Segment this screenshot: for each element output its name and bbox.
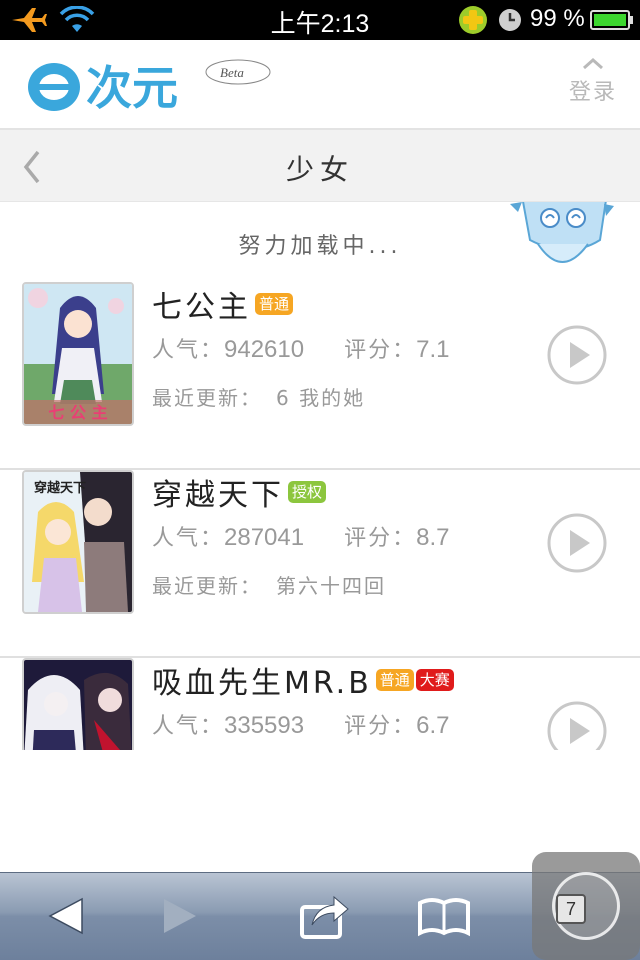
cover-title: 穿越天下 bbox=[34, 480, 86, 496]
tabs-button[interactable]: 7 bbox=[532, 852, 640, 960]
plus-icon bbox=[459, 6, 487, 34]
contest-badge: 大赛 bbox=[415, 669, 454, 691]
forward-arrow-icon[interactable] bbox=[152, 891, 208, 941]
comic-stats: 人气：287041 评分：8.7 bbox=[152, 520, 450, 552]
popularity-value: 942610 bbox=[224, 336, 305, 363]
comic-title: 穿越天下 bbox=[152, 478, 284, 513]
comic-cover[interactable] bbox=[22, 658, 134, 750]
score-label: 评分： bbox=[344, 338, 417, 363]
app-logo[interactable]: 次元 Beta bbox=[24, 54, 274, 116]
tabs-icon: 7 bbox=[556, 894, 586, 924]
status-badge: 授权 bbox=[288, 481, 327, 503]
comic-cover[interactable]: 七 公 主 bbox=[22, 282, 134, 426]
score-value: 7.1 bbox=[416, 336, 450, 363]
comic-item[interactable]: 吸血先生MR.B 普通 大赛 人气：335593 评分：6.7 bbox=[0, 658, 640, 750]
status-badge: 普通 bbox=[255, 293, 294, 315]
score-value: 8.7 bbox=[416, 524, 450, 551]
battery-percent: 99 % bbox=[530, 5, 585, 32]
update-value: 6 我的她 bbox=[276, 386, 366, 410]
cover-title: 七 公 主 bbox=[48, 403, 107, 422]
status-badge: 普通 bbox=[375, 669, 414, 691]
chevron-up-icon bbox=[583, 57, 603, 70]
popularity-value: 287041 bbox=[224, 524, 305, 551]
popularity-label: 人气： bbox=[152, 714, 225, 739]
update-label: 最近更新： bbox=[152, 574, 262, 598]
popularity-label: 人气： bbox=[152, 526, 225, 551]
status-bar: 上午2:13 99 % bbox=[0, 0, 640, 40]
popularity-label: 人气： bbox=[152, 338, 225, 363]
back-arrow-icon[interactable] bbox=[38, 891, 94, 941]
play-icon[interactable] bbox=[546, 512, 608, 574]
category-bar: 少女 bbox=[0, 130, 640, 202]
battery-icon bbox=[590, 10, 633, 30]
login-button[interactable]: 登录 bbox=[560, 54, 626, 114]
comic-item[interactable]: 七 公 主 七公主 普通 人气：942610 评分：7.1 最近更新： 6 我的她 bbox=[0, 282, 640, 470]
mascot-image bbox=[510, 202, 614, 263]
comic-item[interactable]: 穿越天下 穿越天下 授权 人气：287041 评分：8.7 最近更新： 第六十四回 bbox=[0, 470, 640, 658]
share-icon[interactable] bbox=[296, 891, 352, 941]
comic-title-row[interactable]: 七公主 普通 bbox=[152, 282, 294, 326]
score-label: 评分： bbox=[344, 526, 417, 551]
latest-update: 最近更新： 第六十四回 bbox=[152, 570, 386, 599]
comic-cover[interactable]: 穿越天下 bbox=[22, 470, 134, 614]
score-value: 6.7 bbox=[416, 712, 450, 739]
comic-title-row[interactable]: 吸血先生MR.B 普通 大赛 bbox=[152, 658, 454, 702]
score-label: 评分： bbox=[344, 714, 417, 739]
play-icon[interactable] bbox=[546, 324, 608, 386]
comic-stats: 人气：942610 评分：7.1 bbox=[152, 332, 450, 364]
update-value: 第六十四回 bbox=[276, 574, 386, 598]
comic-title-row[interactable]: 穿越天下 授权 bbox=[152, 470, 327, 514]
clock-icon bbox=[499, 9, 521, 31]
bookmarks-icon[interactable] bbox=[416, 891, 472, 941]
comic-stats: 人气：335593 评分：6.7 bbox=[152, 708, 450, 740]
logo-beta: Beta bbox=[220, 65, 244, 80]
comic-list: 努力加载中... 七 公 主 七公主 普通 人气：942610 评分：7.1 最… bbox=[0, 202, 640, 750]
app-header: 次元 Beta 登录 bbox=[0, 40, 640, 130]
play-icon[interactable] bbox=[546, 700, 608, 750]
category-title: 少女 bbox=[285, 153, 354, 186]
latest-update: 最近更新： 6 我的她 bbox=[152, 382, 365, 411]
update-label: 最近更新： bbox=[152, 386, 262, 410]
popularity-value: 335593 bbox=[224, 712, 305, 739]
login-label: 登录 bbox=[568, 80, 617, 105]
comic-title: 七公主 bbox=[152, 290, 251, 325]
comic-title: 吸血先生MR.B bbox=[152, 666, 372, 701]
logo-text: 次元 bbox=[86, 61, 178, 115]
